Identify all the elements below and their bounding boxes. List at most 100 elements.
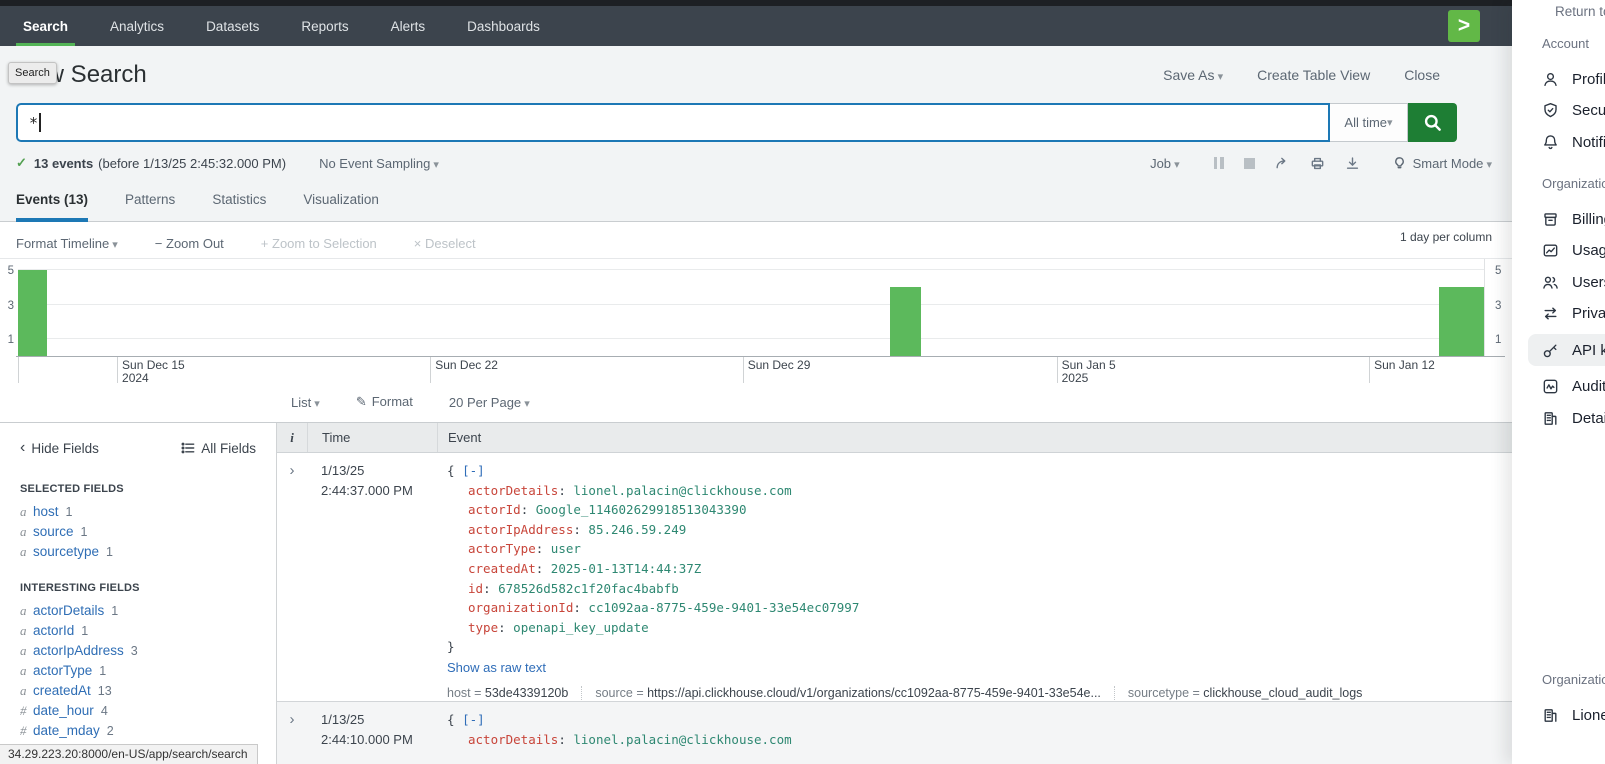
users-icon (1542, 274, 1559, 291)
stop-icon[interactable] (1244, 158, 1255, 169)
search-mode-selector[interactable]: Smart Mode (1392, 156, 1492, 171)
arrows-icon (1542, 305, 1559, 322)
json-key[interactable]: createdAt (468, 561, 543, 576)
timeline-bar[interactable] (18, 270, 47, 356)
create-table-view-button[interactable]: Create Table View (1257, 67, 1370, 83)
field-link[interactable]: sourcetype (33, 544, 99, 559)
timeline-plot[interactable] (18, 259, 1485, 356)
organization-section-header: Organization (1542, 176, 1605, 194)
event-sampling-dropdown[interactable]: No Event Sampling (319, 156, 439, 171)
event-content-cell: { [-] actorDetails lionel.palacin@clickh… (437, 710, 1512, 764)
tab-visualization[interactable]: Visualization (303, 178, 379, 222)
json-key[interactable]: id (468, 581, 491, 596)
events-table-header: i Time Event (277, 423, 1512, 453)
nav-tab-alerts[interactable]: Alerts (370, 6, 447, 46)
json-collapse-link[interactable]: [-] (462, 463, 485, 478)
field-link[interactable]: source (33, 524, 74, 539)
search-button[interactable] (1408, 103, 1457, 142)
return-to-link[interactable]: Return to (1555, 4, 1605, 19)
timeline-gridline (18, 338, 1484, 339)
field-link[interactable]: actorDetails (33, 603, 104, 618)
json-value[interactable]: user (551, 541, 581, 556)
json-value[interactable]: cc1092aa-8775-459e-9401-33e54ec07997 (588, 600, 859, 615)
timeline-ylabels-left: 135 (0, 259, 15, 356)
list-view-dropdown[interactable]: List (291, 395, 320, 410)
field-link[interactable]: host (33, 504, 59, 519)
splunk-logo-icon[interactable]: > (1448, 10, 1480, 42)
nav-tab-reports[interactable]: Reports (280, 6, 369, 46)
close-button[interactable]: Close (1404, 67, 1440, 83)
field-createdAt: acreatedAt13 (20, 683, 256, 703)
x-axis-tick-line (117, 357, 118, 383)
menu-item-billing[interactable]: Billing (1542, 208, 1605, 230)
hide-fields-button[interactable]: ‹Hide Fields (20, 441, 99, 456)
meta-source[interactable]: sourcehttps://api.clickhouse.cloud/v1/or… (581, 686, 1101, 700)
deselect-button: Deselect (414, 236, 476, 251)
json-key[interactable]: actorType (468, 541, 543, 556)
meta-sourcetype[interactable]: sourcetypeclickhouse_cloud_audit_logs (1114, 686, 1363, 700)
expand-chevron-icon[interactable]: › (277, 461, 307, 701)
meta-host[interactable]: host53de4339120b (447, 686, 568, 700)
zoom-out-button[interactable]: Zoom Out (155, 236, 224, 251)
menu-item-details[interactable]: Details (1542, 407, 1605, 429)
json-key[interactable]: actorIpAddress (468, 522, 581, 537)
json-value[interactable]: openapi_key_update (513, 620, 648, 635)
field-link[interactable]: actorId (33, 623, 74, 638)
show-raw-text-link[interactable]: Show as raw text (447, 658, 546, 677)
field-link[interactable]: actorIpAddress (33, 643, 124, 658)
tab-events[interactable]: Events (13) (16, 178, 88, 222)
check-icon: ✓ (16, 155, 27, 171)
nav-tab-search[interactable]: Search (2, 6, 89, 46)
field-count: 1 (111, 604, 118, 618)
menu-item-organization-lionel[interactable]: Lionel (1542, 704, 1605, 726)
field-link[interactable]: createdAt (33, 683, 91, 698)
json-value[interactable]: 2025-01-13T14:44:37Z (551, 561, 702, 576)
export-icon[interactable] (1345, 156, 1360, 171)
menu-item-notifications[interactable]: Notifications (1542, 131, 1605, 153)
time-range-picker[interactable]: All time (1330, 103, 1408, 142)
json-value[interactable]: Google_114602629918513043390 (536, 502, 747, 517)
event-timestamp: 2:44:37.000 PM (321, 481, 437, 501)
print-icon[interactable] (1310, 156, 1325, 171)
search-input[interactable]: * (16, 103, 1330, 142)
all-fields-button[interactable]: All Fields (181, 441, 256, 456)
menu-item-api-keys[interactable]: API keys (1528, 334, 1605, 366)
job-menu[interactable]: Job (1150, 156, 1180, 171)
format-results-button[interactable]: ✎Format (356, 394, 413, 410)
menu-item-security[interactable]: Security (1542, 100, 1605, 122)
tab-patterns[interactable]: Patterns (125, 178, 175, 222)
json-key[interactable]: actorDetails (468, 732, 566, 747)
bulb-icon (1392, 156, 1407, 171)
string-field-icon: a (20, 544, 33, 560)
json-key[interactable]: actorDetails (468, 483, 566, 498)
field-source: asource1 (20, 524, 256, 544)
nav-tab-analytics[interactable]: Analytics (89, 6, 185, 46)
json-key[interactable]: actorId (468, 502, 528, 517)
nav-tab-dashboards[interactable]: Dashboards (446, 6, 561, 46)
expand-chevron-icon[interactable]: › (277, 710, 307, 764)
save-as-button[interactable]: Save As (1163, 67, 1223, 83)
nav-tab-datasets[interactable]: Datasets (185, 6, 280, 46)
json-value[interactable]: 678526d582c1f20fac4babfb (498, 581, 679, 596)
menu-item-profile[interactable]: Profile (1542, 68, 1605, 90)
menu-item-usage[interactable]: Usage (1542, 240, 1605, 262)
json-value[interactable]: lionel.palacin@clickhouse.com (573, 732, 791, 747)
field-link[interactable]: actorType (33, 663, 92, 678)
json-value[interactable]: 85.246.59.249 (588, 522, 686, 537)
field-link[interactable]: date_mday (33, 723, 100, 738)
field-link[interactable]: date_hour (33, 703, 94, 718)
json-key[interactable]: type (468, 620, 506, 635)
json-key[interactable]: organizationId (468, 600, 581, 615)
format-timeline-dropdown[interactable]: Format Timeline (16, 236, 118, 251)
pause-icon[interactable] (1214, 157, 1224, 169)
tab-statistics[interactable]: Statistics (212, 178, 266, 222)
menu-item-audit[interactable]: Audit (1542, 376, 1605, 398)
share-icon[interactable] (1275, 156, 1290, 171)
timeline-bar[interactable] (1439, 287, 1484, 356)
json-collapse-link[interactable]: [-] (462, 712, 485, 727)
per-page-dropdown[interactable]: 20 Per Page (449, 395, 530, 410)
timeline-bar[interactable] (890, 287, 921, 356)
json-value[interactable]: lionel.palacin@clickhouse.com (573, 483, 791, 498)
menu-item-users[interactable]: Users (1542, 271, 1605, 293)
menu-item-private-endpoints[interactable]: Private (1542, 303, 1605, 325)
